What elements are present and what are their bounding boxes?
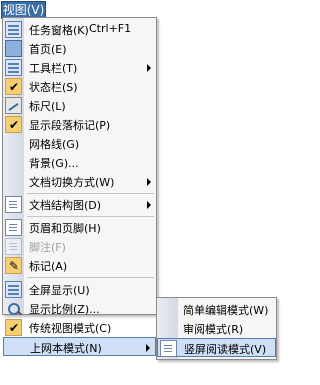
menu-item-netbook-mode[interactable]: 上网本模式(N) xyxy=(3,337,156,356)
menu-item-label: 标记(A) xyxy=(29,260,68,273)
menu-item-toolbar[interactable]: 工具栏(T) xyxy=(3,58,156,77)
menu-item-home[interactable]: 首页(E) xyxy=(3,39,156,58)
menu-item-gridlines[interactable]: 网格线(G) xyxy=(3,134,156,153)
menu-item-label: 首页(E) xyxy=(29,43,67,56)
check-icon: ✔ xyxy=(5,78,22,95)
menu-item-doc-map[interactable]: 文档结构图(D) xyxy=(3,195,156,214)
menu-item-doc-switch[interactable]: 文档切换方式(W) xyxy=(3,172,156,191)
menu-item-header-footer[interactable]: 页眉和页脚(H) xyxy=(3,218,156,237)
check-icon: ✔ xyxy=(5,319,22,336)
menu-item-zoom[interactable]: 显示比例(Z)... xyxy=(3,299,156,318)
menu-item-statusbar[interactable]: ✔ 状态栏(S) xyxy=(3,77,156,96)
menu-item-label: 工具栏(T) xyxy=(29,62,78,75)
menu-item-label: 显示段落标记(P) xyxy=(29,119,111,132)
menu-item-label: 全屏显示(U) xyxy=(29,284,90,297)
task-pane-icon xyxy=(5,21,22,38)
submenu-arrow-icon xyxy=(147,178,151,186)
submenu-arrow-icon xyxy=(147,201,151,209)
menu-item-label: 显示比例(Z)... xyxy=(29,303,100,316)
menu-item-label: 网格线(G) xyxy=(29,138,80,151)
menu-item-label: 传统视图模式(C) xyxy=(29,322,112,335)
menu-item-label: 页眉和页脚(H) xyxy=(29,222,101,235)
submenu-item-label: 竖屏阅读模式(V) xyxy=(184,343,267,356)
view-menu: 任务窗格(K) Ctrl+F1 首页(E) 工具栏(T) ✔ 状态栏(S) 标尺… xyxy=(2,17,157,356)
menu-item-ruler[interactable]: 标尺(L) xyxy=(3,96,156,115)
menu-item-fullscreen[interactable]: 全屏显示(U) xyxy=(3,280,156,299)
netbook-submenu: 简单编辑模式(W) 审阅模式(R) 竖屏阅读模式(V) xyxy=(156,297,277,360)
markup-icon: ✎ xyxy=(5,257,22,274)
menu-item-label: 文档结构图(D) xyxy=(29,199,102,212)
portrait-reading-icon xyxy=(160,340,177,357)
submenu-item-portrait-reading[interactable]: 竖屏阅读模式(V) xyxy=(157,338,276,357)
submenu-item-label: 简单编辑模式(W) xyxy=(183,304,269,317)
menu-separator xyxy=(27,216,154,217)
menu-item-paragraph-marks[interactable]: ✔ 显示段落标记(P) xyxy=(3,115,156,134)
menu-item-label: 标尺(L) xyxy=(29,100,66,113)
zoom-icon xyxy=(5,300,22,317)
menu-item-footnote: 脚注(F) xyxy=(3,237,156,256)
fullscreen-icon xyxy=(5,281,22,298)
submenu-item-label: 审阅模式(R) xyxy=(183,323,244,336)
menu-item-label: 脚注(F) xyxy=(29,241,66,254)
menu-separator xyxy=(27,277,154,278)
header-footer-icon xyxy=(5,219,22,236)
menu-item-classic-view[interactable]: ✔ 传统视图模式(C) xyxy=(3,318,156,337)
menu-separator xyxy=(27,193,154,194)
submenu-arrow-icon xyxy=(147,64,151,72)
home-icon xyxy=(5,40,22,57)
check-icon: ✔ xyxy=(5,116,22,133)
submenu-item-simple-edit[interactable]: 简单编辑模式(W) xyxy=(157,300,276,319)
document-map-icon xyxy=(5,196,22,213)
menu-item-task-pane[interactable]: 任务窗格(K) Ctrl+F1 xyxy=(3,20,156,39)
menu-item-label: 任务窗格(K) xyxy=(29,24,89,37)
menu-item-shortcut: Ctrl+F1 xyxy=(89,22,132,35)
menu-item-label: 上网本模式(N) xyxy=(30,342,102,355)
ruler-icon xyxy=(5,97,22,114)
menu-item-label: 状态栏(S) xyxy=(29,81,78,94)
submenu-arrow-icon xyxy=(146,344,150,352)
footnote-icon xyxy=(5,238,22,255)
submenu-item-review[interactable]: 审阅模式(R) xyxy=(157,319,276,338)
toolbar-icon xyxy=(5,59,22,76)
menu-item-background[interactable]: 背景(G)... xyxy=(3,153,156,172)
menu-item-markup[interactable]: ✎ 标记(A) xyxy=(3,256,156,275)
menu-item-label: 文档切换方式(W) xyxy=(29,176,115,189)
menu-item-label: 背景(G)... xyxy=(29,157,79,170)
